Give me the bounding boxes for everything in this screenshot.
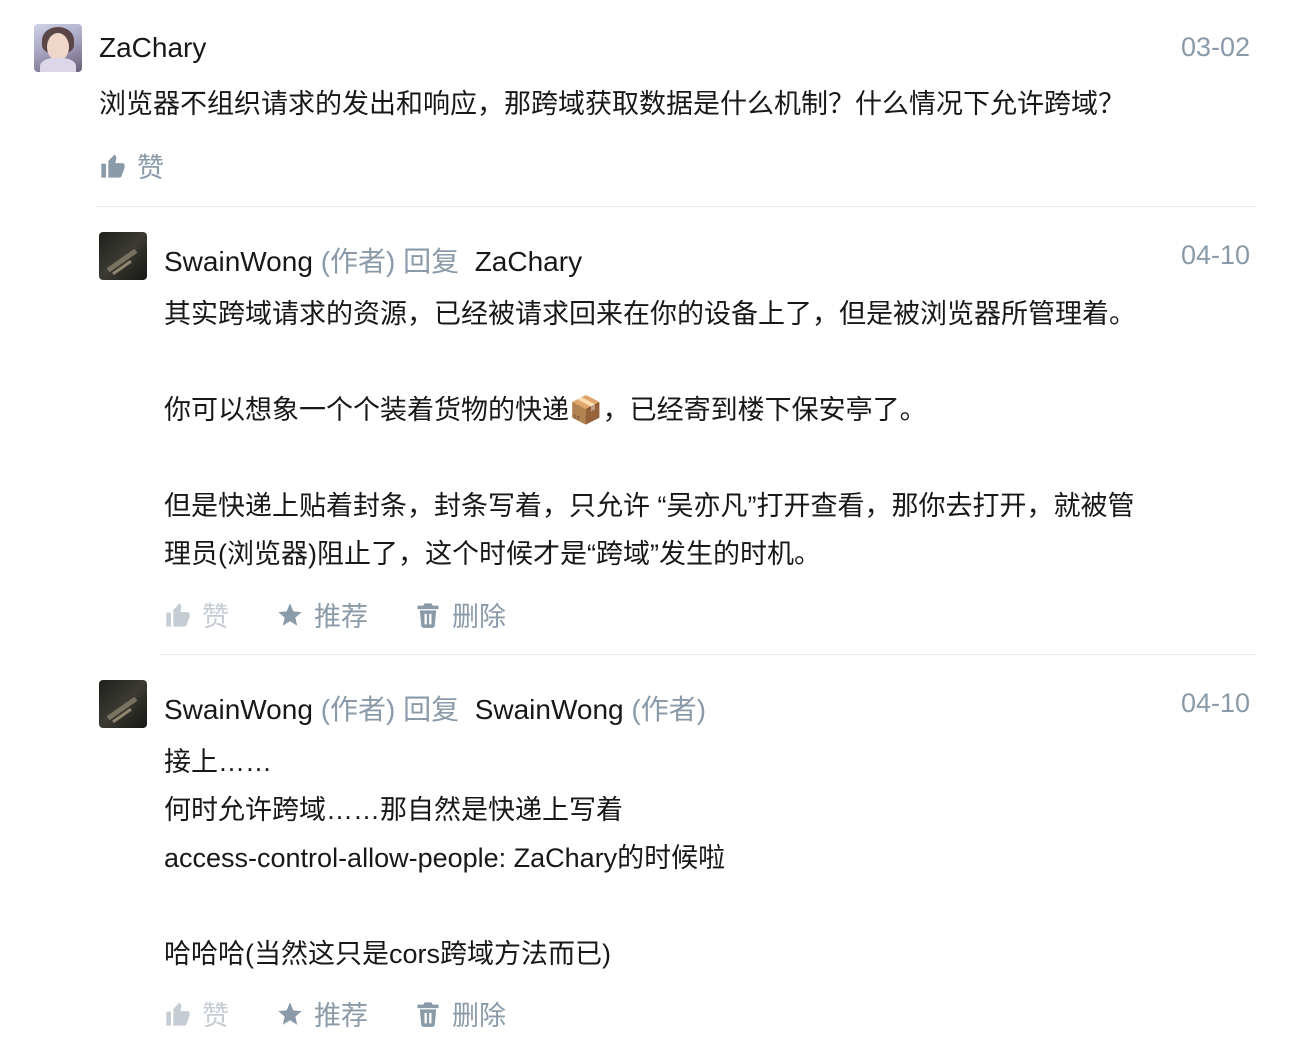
reply-text-line: 何时允许跨域……那自然是快递上写着 — [164, 795, 623, 825]
divider — [160, 654, 1256, 655]
reply-text-line: 哈哈哈(当然这只是cors跨域方法而已) — [164, 939, 611, 969]
reply-header: SwainWong (作者) 回复 SwainWong (作者) — [164, 688, 706, 728]
comment-text-line: 浏览器不组织请求的发出和响应，那跨域获取数据是什么机制？什么情况下允许跨域？ — [99, 89, 1125, 119]
reply-text-line — [164, 434, 1136, 482]
divider — [96, 206, 1256, 207]
reply-to-username[interactable]: ZaChary — [475, 246, 582, 277]
delete-label: 删除 — [452, 1001, 506, 1031]
reply-text-line: 理员(浏览器)阻止了，这个时候才是“跨域”发生的时机。 — [164, 539, 821, 569]
like-label: 赞 — [202, 1001, 229, 1031]
recommend-label: 推荐 — [314, 1001, 368, 1031]
comment-date: 03-02 — [1180, 32, 1250, 62]
like-button[interactable]: 赞 — [99, 146, 164, 185]
delete-button[interactable]: 删除 — [414, 595, 506, 634]
reply-word: 回复 — [403, 694, 460, 725]
recommend-button[interactable]: 推荐 — [276, 994, 368, 1033]
reply-username[interactable]: SwainWong — [164, 694, 313, 725]
reply-date: 04-10 — [1180, 688, 1250, 718]
comment-username[interactable]: ZaChary — [99, 32, 206, 64]
avatar-face — [47, 33, 69, 61]
trash-icon — [417, 602, 439, 628]
thumbs-up-icon — [166, 602, 190, 627]
reply-text: 其实跨域请求的资源，已经被请求回来在你的设备上了，但是被浏览器所管理着。 你可以… — [164, 290, 1136, 578]
author-tag: (作者) — [320, 246, 396, 277]
avatar[interactable] — [99, 232, 147, 280]
thumbs-up-icon — [166, 1001, 190, 1026]
reply-text-line: 但是快递上贴着封条，封条写着，只允许 “吴亦凡”打开查看，那你去打开，就被管 — [164, 491, 1135, 521]
star-icon — [278, 1001, 302, 1025]
reply-text-line: 你可以想象一个个装着货物的快递📦，已经寄到楼下保安亭了。 — [164, 395, 927, 425]
recommend-button[interactable]: 推荐 — [276, 595, 368, 634]
avatar[interactable] — [34, 24, 82, 72]
reply-date: 04-10 — [1180, 240, 1250, 270]
reply-to-username[interactable]: SwainWong — [475, 694, 624, 725]
like-button[interactable]: 赞 — [164, 994, 229, 1033]
thumbs-up-icon — [101, 153, 125, 178]
delete-button[interactable]: 删除 — [414, 994, 506, 1033]
reply-text-line — [164, 338, 1136, 386]
trash-icon — [417, 1001, 439, 1027]
reply-username[interactable]: SwainWong — [164, 246, 313, 277]
star-icon — [278, 602, 302, 626]
reply-word: 回复 — [403, 246, 460, 277]
avatar[interactable] — [99, 680, 147, 728]
like-button[interactable]: 赞 — [164, 595, 229, 634]
like-label: 赞 — [202, 602, 229, 632]
reply-text-line — [164, 882, 725, 930]
delete-label: 删除 — [452, 602, 506, 632]
reply-to-author-tag: (作者) — [631, 694, 707, 725]
comment-text: 浏览器不组织请求的发出和响应，那跨域获取数据是什么机制？什么情况下允许跨域？ — [99, 80, 1125, 128]
recommend-label: 推荐 — [314, 602, 368, 632]
reply-text-line: access-control-allow-people: ZaChary的时候啦 — [164, 843, 726, 873]
reply-text-line: 接上…… — [164, 747, 272, 777]
reply-text: 接上…… 何时允许跨域……那自然是快递上写着 access-control-al… — [164, 738, 725, 978]
reply-text-line: 其实跨域请求的资源，已经被请求回来在你的设备上了，但是被浏览器所管理着。 — [164, 299, 1136, 329]
like-label: 赞 — [137, 153, 164, 183]
avatar-body — [40, 58, 76, 72]
reply-header: SwainWong (作者) 回复 ZaChary — [164, 240, 582, 280]
author-tag: (作者) — [320, 694, 396, 725]
